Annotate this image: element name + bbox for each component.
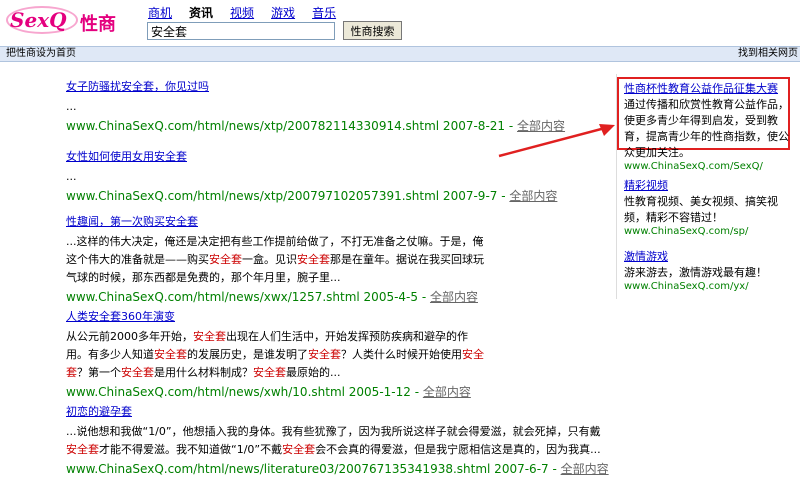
annotation-arrow-icon xyxy=(498,124,615,158)
result-item: 女性如何使用女用安全套 ... www.ChinaSexQ.com/html/n… xyxy=(66,148,557,204)
snippet-text: 从公元前2000多年开始， xyxy=(66,330,193,343)
snippet-text: ？人类什么时候开始使用 xyxy=(341,348,462,361)
sidebar-ad-title[interactable]: 激情游戏 xyxy=(624,248,790,264)
result-item: 初恋的避孕套 ...说他想和我做“1/0”，他想插入我的身体。我有些犹豫了，因为… xyxy=(66,403,609,477)
result-item: 人类安全套360年演变 从公元前2000多年开始，安全套出现在人们生活中，开始发… xyxy=(66,308,486,400)
keyword-highlight: 安全套 xyxy=(297,253,330,266)
sidebar-ad-url: www.ChinaSexQ.com/SexQ/ xyxy=(624,161,763,172)
result-title[interactable]: 性趣闻，第一次购买安全套 xyxy=(66,213,486,229)
result-url: www.ChinaSexQ.com/html/news/xwh/10.shtml… xyxy=(66,385,471,399)
result-more-link[interactable]: 全部内容 xyxy=(430,290,478,304)
result-snippet: 从公元前2000多年开始，安全套出现在人们生活中，开始发挥预防疾病和避孕的作用。… xyxy=(66,328,486,382)
search-input[interactable] xyxy=(147,22,335,40)
nav-item-games[interactable]: 游戏 xyxy=(271,4,295,21)
sidebar-ad-title[interactable]: 精彩视频 xyxy=(624,177,790,193)
result-snippet: ...说他想和我做“1/0”，他想插入我的身体。我有些犹豫了，因为我所说这样子就… xyxy=(66,423,609,459)
result-title[interactable]: 女性如何使用女用安全套 xyxy=(66,148,557,164)
found-pages-text: 找到相关网页 xyxy=(738,48,798,59)
nav-item-news: 资讯 xyxy=(189,6,214,20)
result-title[interactable]: 女子防骚扰安全套，你见过吗 xyxy=(66,78,565,94)
sidebar-ad-desc: 通过传播和欣赏性教育公益作品，使更多青少年得到启发，受到教育，提高青少年的性商指… xyxy=(624,98,789,159)
info-bar: 把性商设为首页 找到相关网页 xyxy=(0,46,800,62)
sidebar-ad-title[interactable]: 性商杯性教育公益作品征集大赛 xyxy=(624,80,790,96)
keyword-highlight: 安全套 xyxy=(66,443,99,456)
keyword-highlight: 安全套 xyxy=(154,348,187,361)
snippet-text: ？第一个 xyxy=(77,366,121,379)
result-title[interactable]: 初恋的避孕套 xyxy=(66,403,609,419)
sidebar-ad-desc: 游来游去，激情游戏最有趣！ xyxy=(624,266,767,279)
keyword-highlight: 安全套 xyxy=(282,443,316,456)
result-title[interactable]: 人类安全套360年演变 xyxy=(66,308,486,324)
snippet-text: 会不会真的得爱滋，但是我宁愿相信这是真的，因为我真... xyxy=(315,443,601,456)
nav-item-music[interactable]: 音乐 xyxy=(312,4,336,21)
keyword-highlight: 安全套 xyxy=(253,366,286,379)
result-more-link[interactable]: 全部内容 xyxy=(509,189,557,203)
snippet-text: 的发展历史，是谁发明了 xyxy=(187,348,308,361)
keyword-highlight: 安全套 xyxy=(308,348,341,361)
result-more-link[interactable]: 全部内容 xyxy=(561,462,609,476)
result-url: www.ChinaSexQ.com/html/news/xtp/20078211… xyxy=(66,119,566,133)
sexq-logo[interactable]: SexQ 性商 xyxy=(6,4,134,40)
result-item: 女子防骚扰安全套，你见过吗 ... www.ChinaSexQ.com/html… xyxy=(66,78,565,134)
nav-item-business[interactable]: 商机 xyxy=(148,4,172,21)
result-item: 性趣闻，第一次购买安全套 ...这样的伟大决定，俺还是决定把有些工作提前给做了，… xyxy=(66,213,486,305)
sidebar-ad: 精彩视频 性教育视频、美女视频、搞笑视频，精彩不容错过！ www.ChinaSe… xyxy=(624,177,790,237)
keyword-highlight: 安全套 xyxy=(121,366,154,379)
search-button[interactable]: 性商搜索 xyxy=(343,21,402,40)
result-snippet: ...这样的伟大决定，俺还是决定把有些工作提前给做了，不打无准备之仗嘛。于是，俺… xyxy=(66,233,486,287)
result-more-link[interactable]: 全部内容 xyxy=(423,385,471,399)
snippet-text: 最原始的... xyxy=(286,366,341,379)
snippet-text: 才能不得爱滋。我不知道做“1/0”不戴 xyxy=(99,443,283,456)
logo-cn-text: 性商 xyxy=(80,14,116,35)
snippet-text: 一盒。见识 xyxy=(242,253,297,266)
sidebar-ad-desc: 性教育视频、美女视频、搞笑视频，精彩不容错过！ xyxy=(624,195,778,224)
keyword-highlight: 安全套 xyxy=(209,253,242,266)
snippet-text: 是用什么材料制成？ xyxy=(154,366,253,379)
result-snippet: ... xyxy=(66,168,557,186)
result-snippet: ... xyxy=(66,98,565,116)
sidebar-ad-url: www.ChinaSexQ.com/sp/ xyxy=(624,226,749,237)
result-url: www.ChinaSexQ.com/html/news/xwx/1257.sht… xyxy=(66,290,478,304)
channel-nav: 商机 资讯 视频 游戏 音乐 xyxy=(148,4,336,21)
sidebar-ad-url: www.ChinaSexQ.com/yx/ xyxy=(624,281,749,292)
snippet-text: ... xyxy=(66,100,77,113)
logo-text: SexQ xyxy=(10,8,67,32)
set-homepage-link[interactable]: 把性商设为首页 xyxy=(6,47,76,61)
sidebar-ad: 激情游戏 游来游去，激情游戏最有趣！ www.ChinaSexQ.com/yx/ xyxy=(624,248,790,292)
result-url: www.ChinaSexQ.com/html/news/literature03… xyxy=(66,462,609,476)
snippet-text: ... xyxy=(66,170,77,183)
sidebar-ad: 性商杯性教育公益作品征集大赛 通过传播和欣赏性教育公益作品，使更多青少年得到启发… xyxy=(624,80,790,172)
nav-item-video[interactable]: 视频 xyxy=(230,4,254,21)
result-url: www.ChinaSexQ.com/html/news/xtp/20079710… xyxy=(66,189,558,203)
snippet-text: ...说他想和我做“1/0”，他想插入我的身体。我有些犹豫了，因为我所说这样子就… xyxy=(66,425,601,438)
keyword-highlight: 安全套 xyxy=(193,330,226,343)
